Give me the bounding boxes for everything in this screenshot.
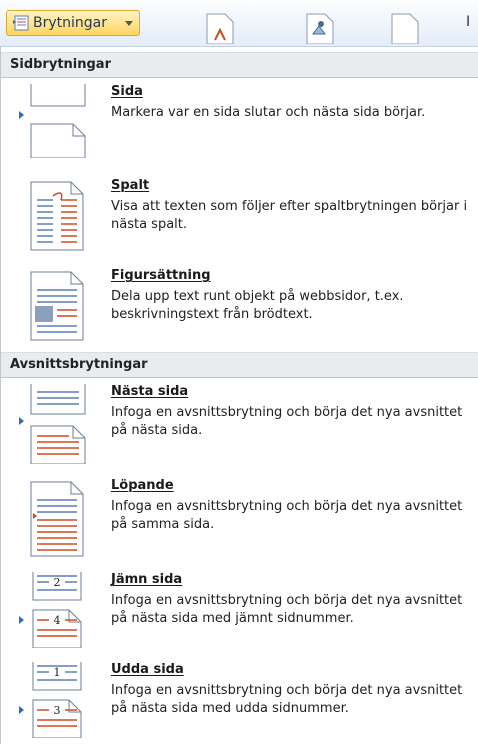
odd-page-section-icon: 1 3 xyxy=(19,662,82,738)
menu-item-description: Infoga en avsnittsbrytning och börja det… xyxy=(111,405,463,438)
continuous-section-icon xyxy=(30,481,84,557)
menu-item-description: Infoga en avsnittsbrytning och börja det… xyxy=(111,593,463,626)
menu-item-title: Sida xyxy=(111,84,143,99)
next-page-section-icon xyxy=(19,384,86,464)
page-setup-icon[interactable] xyxy=(390,12,420,44)
menu-item-title: Jämn sida xyxy=(111,572,183,587)
menu-item-page-break[interactable]: Sida Markera var en sida slutar och näst… xyxy=(1,84,478,158)
menu-item-title: Figursättning xyxy=(111,268,211,283)
page-number-label: 2 xyxy=(54,576,61,589)
column-break-icon xyxy=(30,181,84,251)
page-break-icon xyxy=(19,84,86,158)
breaks-icon xyxy=(13,15,29,31)
section-title: Sidbrytningar xyxy=(10,57,111,72)
section-header-section-breaks: Avsnittsbrytningar xyxy=(1,352,478,378)
menu-item-description: Infoga en avsnittsbrytning och börja det… xyxy=(111,683,463,716)
menu-item-odd-page[interactable]: 1 3 Udda sida Infoga en avsnittsbrytning… xyxy=(1,662,478,738)
breaks-button-label: Brytningar xyxy=(33,15,107,31)
menu-item-next-page[interactable]: Nästa sida Infoga en avsnittsbrytning oc… xyxy=(1,384,478,464)
page-borders-icon[interactable] xyxy=(305,12,335,44)
menu-item-title: Spalt xyxy=(111,178,150,193)
menu-item-description: Dela upp text runt objekt på webbsidor, … xyxy=(111,289,404,322)
ribbon-toolbar: Brytningar I xyxy=(0,0,478,47)
page-number-label: 4 xyxy=(54,614,61,627)
menu-item-column-break[interactable]: Spalt Visa att texten som följer efter s… xyxy=(1,178,478,252)
menu-item-description: Visa att texten som följer efter spaltbr… xyxy=(111,199,468,232)
chevron-down-icon xyxy=(125,21,133,26)
menu-item-description: Infoga en avsnittsbrytning och börja det… xyxy=(111,499,463,532)
menu-item-title: Udda sida xyxy=(111,662,184,677)
even-page-section-icon: 2 4 xyxy=(19,572,82,648)
section-header-page-breaks: Sidbrytningar xyxy=(1,52,478,78)
page-color-icon[interactable] xyxy=(205,12,235,44)
breaks-dropdown-menu: Sidbrytningar Sida Markera var en sida s… xyxy=(0,46,478,744)
menu-item-description: Markera var en sida slutar och nästa sid… xyxy=(111,105,426,120)
section-title: Avsnittsbrytningar xyxy=(10,357,148,372)
menu-item-even-page[interactable]: 2 4 Jämn sida Infoga en avsnittsbrytning… xyxy=(1,572,478,648)
menu-item-continuous[interactable]: Löpande Infoga en avsnittsbrytning och b… xyxy=(1,478,478,558)
menu-item-title: Nästa sida xyxy=(111,384,189,399)
page-number-label: 1 xyxy=(54,666,61,679)
menu-item-text-wrapping-break[interactable]: Figursättning Dela upp text runt objekt … xyxy=(1,268,478,342)
text-wrapping-break-icon xyxy=(30,271,84,341)
ribbon-truncated-label: I xyxy=(466,14,471,30)
page-number-label: 3 xyxy=(54,704,61,717)
menu-item-title: Löpande xyxy=(111,478,174,493)
breaks-button[interactable]: Brytningar xyxy=(6,10,140,36)
